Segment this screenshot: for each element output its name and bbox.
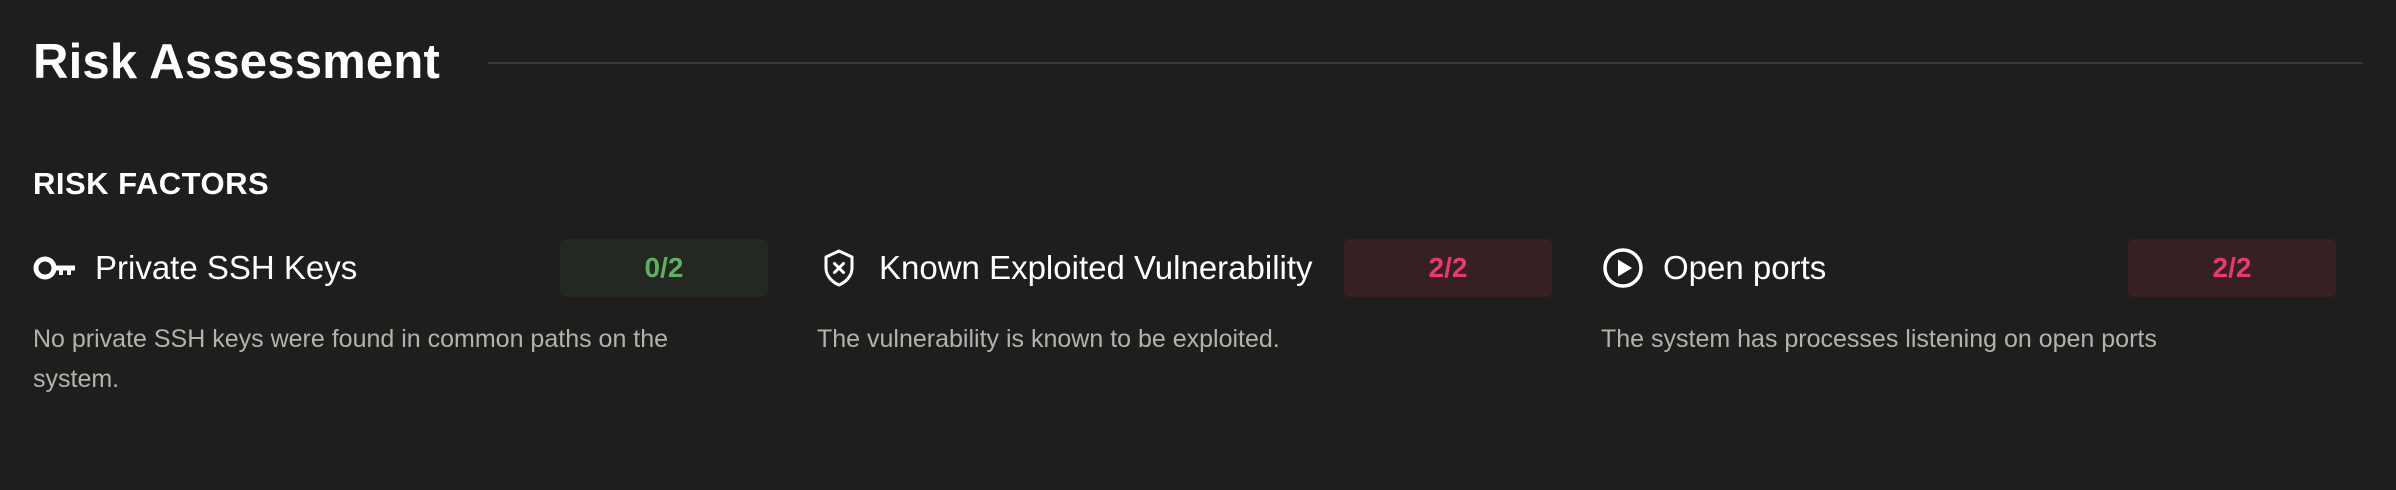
score-badge: 0/2 [560,239,768,297]
title-divider [488,62,2363,64]
risk-factors-list: Private SSH Keys 0/2 No private SSH keys… [33,239,2363,399]
score-badge: 2/2 [1344,239,1552,297]
risk-assessment-page: Risk Assessment RISK FACTORS Private SSH… [0,0,2396,490]
risk-factor-title: Private SSH Keys [95,249,358,286]
risk-factor-known-exploited-vulnerability: Known Exploited Vulnerability 2/2 The vu… [817,239,1552,399]
play-circle-icon [1601,246,1645,290]
page-header: Risk Assessment [33,0,2363,124]
risk-factor-title: Open ports [1663,249,1827,286]
risk-factor-header: Private SSH Keys 0/2 [33,239,768,297]
risk-factor-description: The system has processes listening on op… [1601,325,2157,353]
key-icon [33,246,77,290]
risk-factor-private-ssh-keys: Private SSH Keys 0/2 No private SSH keys… [33,239,768,399]
shield-x-icon [817,246,861,290]
page-title: Risk Assessment [33,35,441,89]
risk-factor-header: Known Exploited Vulnerability 2/2 [817,239,1552,297]
risk-factor-header: Open ports 2/2 [1601,239,2336,297]
section-heading: RISK FACTORS [33,166,270,201]
risk-factor-description: No private SSH keys were found in common… [33,325,669,393]
risk-factor-title: Known Exploited Vulnerability [879,249,1313,286]
score-badge: 2/2 [2128,239,2336,297]
risk-factor-description: The vulnerability is known to be exploit… [817,325,1280,353]
risk-factor-open-ports: Open ports 2/2 The system has processes … [1601,239,2336,399]
